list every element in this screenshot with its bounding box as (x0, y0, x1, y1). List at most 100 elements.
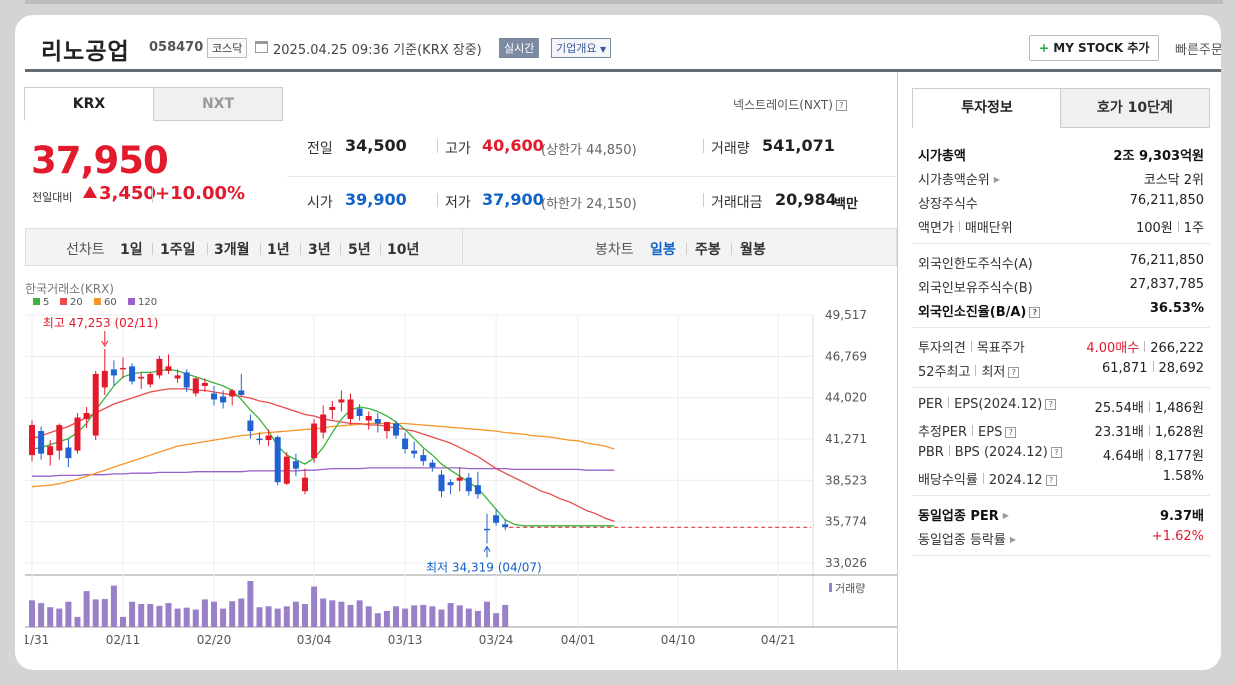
divider (437, 139, 438, 153)
volume-bar (83, 591, 90, 627)
divider (152, 187, 153, 203)
period-monthly[interactable]: 월봉 (740, 239, 766, 259)
volume-bar (47, 607, 54, 627)
candle-body (292, 461, 299, 469)
price-chart-svg[interactable]: 49,517 46,769 44,020 41,271 38,523 35,774 33,0… (15, 277, 897, 667)
volume-bar (356, 600, 363, 627)
candle-body (283, 456, 290, 484)
tab-invest-info[interactable]: 투자정보 (912, 88, 1062, 128)
volume-bar (456, 605, 463, 627)
help-icon[interactable]: ? (1050, 447, 1062, 458)
calendar-icon (255, 41, 268, 53)
info-value: 23.31배 1,628원 (1095, 421, 1204, 440)
divider (1148, 401, 1150, 412)
mystock-label: MY STOCK 추가 (1053, 41, 1150, 55)
volume-bar (493, 613, 500, 627)
x-tick-label: 02/20 (197, 633, 232, 647)
x-tick-label: 01/31 (25, 633, 49, 647)
info-label-text: 상장주식수 (918, 197, 978, 212)
info-value: 27,837,785 (1130, 277, 1204, 292)
legend-swatch (128, 298, 135, 305)
divider (982, 473, 984, 484)
company-info-dropdown[interactable]: 기업개요 ▼ (551, 38, 612, 58)
nxt-link[interactable]: 넥스트레이드(NXT)? (733, 96, 847, 113)
period-1d[interactable]: 1일 (120, 239, 143, 259)
chevron-right-icon[interactable]: ▶ (1010, 535, 1016, 544)
candle-body (247, 420, 254, 432)
chevron-right-icon[interactable]: ▶ (994, 175, 1000, 184)
candle-body (201, 382, 208, 386)
candle-body (138, 376, 145, 379)
volume-bar (165, 603, 172, 627)
period-3m[interactable]: 3개월 (214, 239, 250, 259)
help-icon[interactable]: ? (1029, 307, 1041, 318)
legend-label: 20 (70, 297, 83, 308)
tab-krx[interactable]: KRX (24, 87, 154, 121)
legend-label: 60 (104, 297, 117, 308)
info-label-text: 외국인보유주식수(B) (918, 281, 1033, 296)
divider (686, 243, 687, 255)
volume-bar (438, 609, 445, 627)
volume-bar (74, 616, 81, 627)
header-divider (25, 69, 1221, 72)
help-icon[interactable]: ? (1005, 427, 1017, 438)
current-price: 37,950 (31, 139, 169, 182)
info-label-text: 외국인소진율(B/A) (918, 305, 1027, 320)
candle-body (474, 485, 481, 495)
info-label: PBR BPS (2024.12)? (918, 445, 1062, 460)
market-tabs: KRX NXT (24, 87, 284, 121)
divider (260, 243, 261, 255)
help-icon[interactable]: ? (1045, 475, 1057, 486)
volume-bar (429, 606, 436, 627)
info-label-text: 52주최고 (918, 365, 971, 380)
quote-divider (287, 176, 897, 177)
x-tick-label: 03/24 (479, 633, 514, 647)
info-row: 동일업종 PER ▶ 9.37배 (912, 501, 1210, 525)
info-label-text: 배당수익률 (918, 473, 978, 488)
info-row: 52주최고 최저? 61,871 28,692 (912, 357, 1210, 381)
change-label: 전일대비 (32, 191, 73, 204)
period-1w[interactable]: 1주일 (160, 239, 196, 259)
volume-bar (147, 604, 154, 627)
divider (970, 341, 972, 352)
period-1y[interactable]: 1년 (267, 239, 290, 259)
period-10y[interactable]: 10년 (387, 239, 419, 259)
info-value-text: 2조 9,303억원 (1113, 149, 1204, 164)
info-label-text: 동일업종 등락률 (918, 533, 1006, 548)
candle-body (374, 419, 381, 424)
volume-bar (311, 586, 318, 627)
volume-bar (220, 608, 227, 627)
add-mystock-button[interactable]: + MY STOCK 추가 (1029, 35, 1160, 61)
chevron-right-icon[interactable]: ▶ (1003, 511, 1009, 520)
upper-limit: (상한가 44,850) (541, 143, 637, 158)
volume-label: 거래량 (711, 141, 750, 157)
tab-orderbook[interactable]: 호가 10단계 (1060, 88, 1210, 128)
candle-chart-label: 봉차트 (595, 242, 634, 258)
period-weekly[interactable]: 주봉 (695, 239, 721, 259)
volume-bar (29, 600, 35, 627)
realtime-button[interactable]: 실시간 (499, 38, 540, 58)
info-label-text: 액면가 (918, 221, 954, 236)
candle-body (165, 366, 172, 371)
divider (437, 193, 438, 207)
help-icon[interactable]: ? (1008, 367, 1020, 378)
help-icon[interactable]: ? (1045, 399, 1057, 410)
period-5y[interactable]: 5년 (348, 239, 371, 259)
divider (300, 243, 301, 255)
info-label: 액면가 매매단위 (918, 217, 1013, 236)
candle-body (393, 423, 399, 436)
candle-body (383, 422, 390, 432)
tab-nxt[interactable]: NXT (153, 87, 283, 121)
help-icon[interactable]: ? (835, 100, 847, 111)
period-3y[interactable]: 3년 (308, 239, 331, 259)
volume-bar (192, 609, 199, 627)
divider (1148, 449, 1150, 460)
quick-order-button[interactable]: 빠른주문 ▼ (1175, 39, 1221, 58)
candle-body (183, 372, 190, 388)
x-tick-label: 04/10 (661, 633, 696, 647)
divider (948, 397, 950, 408)
info-label-text-2: BPS (2024.12) (954, 445, 1048, 460)
datetime: 2025.04.25 09:36 기준(KRX 장중) (273, 39, 482, 58)
high-value: 40,600 (482, 136, 544, 155)
period-daily[interactable]: 일봉 (650, 239, 676, 259)
